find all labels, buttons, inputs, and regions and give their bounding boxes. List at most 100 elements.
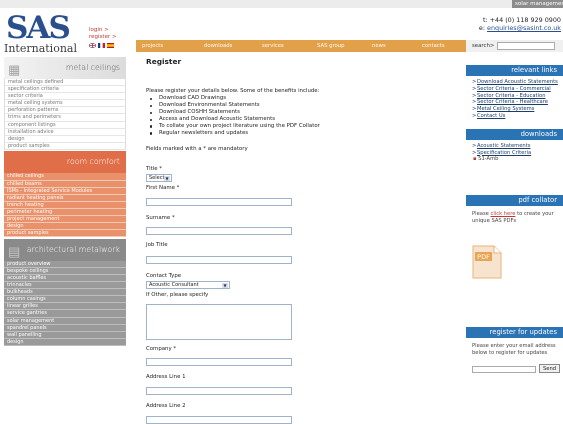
link-sector-education[interactable]: >Sector Criteria - Education [466,93,563,100]
metal-ceilings-item[interactable]: trims and perimeters [4,114,126,122]
login-link[interactable]: login > [89,27,117,34]
room-comfort-header[interactable]: room comfort [4,151,126,174]
architectural-metalwork-item[interactable]: trinnacles [4,282,126,290]
metal-ceilings-item[interactable]: specification criteria [4,86,126,94]
link-download-acoustic[interactable]: >Download Acoustic Statements [466,79,563,86]
room-comfort-item[interactable]: chilled beams [4,180,126,188]
benefit-item: Access and Download Acoustic Statements [146,116,461,123]
dropdown-arrow-icon: ▼ [164,175,170,182]
main-nav: projects downloads services SAS group ne… [136,40,466,52]
nav-news[interactable]: news [366,40,416,52]
other-textarea[interactable] [146,304,292,341]
address-line1-input[interactable] [146,387,292,396]
surname-input[interactable] [146,227,292,236]
link-specification-criteria[interactable]: >Specification Criteria [466,150,563,157]
architectural-metalwork-item[interactable]: product overview [4,260,126,268]
uk-flag-icon[interactable] [89,43,96,48]
metal-ceilings-item[interactable]: perforation patterns [4,107,126,115]
room-comfort-item[interactable]: chilled ceilings [4,173,126,181]
metal-ceilings-item[interactable]: installation advice [4,128,126,136]
email-link[interactable]: enquiries@sasint.co.uk [487,24,561,32]
search-bar: search> [466,40,563,52]
pdf-click-here-link[interactable]: click here [491,211,516,217]
top-strip [0,0,563,8]
register-link[interactable]: register > [89,34,117,41]
link-sector-commercial[interactable]: >Sector Criteria - Commercial [466,86,563,93]
auth-links: login > register > [89,27,117,41]
architectural-metalwork-item[interactable]: bulkheads [4,289,126,297]
nav-contacts[interactable]: contacts [416,40,466,52]
metal-ceilings-title: metal ceilings [65,63,120,72]
metal-ceilings-header[interactable]: ▦ metal ceilings [4,57,126,79]
downloads-list: >Acoustic Statements >Specification Crit… [466,143,563,164]
metal-ceilings-item[interactable]: design [4,135,126,143]
architectural-metalwork-item[interactable]: bespoke ceilings [4,267,126,275]
link-text: Sector Criteria - Commercial [477,85,551,92]
metal-ceilings-item[interactable]: product samples [4,142,126,150]
metal-ceilings-item[interactable]: sector criteria [4,93,126,101]
title-label: Title * [146,166,162,173]
link-metal-ceiling-systems[interactable]: >Metal Ceiling Systems [466,106,563,113]
architectural-metalwork-item[interactable]: linear grilles [4,303,126,311]
language-flags [89,43,114,48]
right-sidebar: relevant links >Download Acoustic Statem… [466,57,563,356]
france-flag-icon[interactable] [98,43,105,48]
architectural-metalwork-header[interactable]: ▤ architectural metalwork [4,238,126,261]
logo[interactable]: SAS International [4,10,84,56]
nav-projects[interactable]: projects [136,40,198,52]
architectural-metalwork-list: product overview bespoke ceilings acoustic… [4,260,126,346]
logo-international: International [4,42,77,55]
architectural-metalwork-item[interactable]: column casings [4,296,126,304]
pdf-document-icon[interactable]: PDF [472,245,502,279]
send-button[interactable]: Send [539,364,560,373]
architectural-metalwork-item[interactable]: wall panelling [4,331,126,339]
link-sector-healthcare[interactable]: >Sector Criteria - Healthcare [466,99,563,106]
logo-sas: SAS [6,10,71,46]
architectural-metalwork-title: architectural metalwork [26,244,120,254]
relevant-links-list: >Download Acoustic Statements >Sector Cr… [466,79,563,120]
room-comfort-item[interactable]: product samples [4,230,126,238]
architectural-metalwork-item[interactable]: design [4,338,126,346]
company-input[interactable] [146,358,292,367]
link-text: Sector Criteria - Education [477,92,546,99]
nav-services[interactable]: services [256,40,311,52]
left-sidebar: ▦ metal ceilings metal ceilings defined sp… [4,57,126,389]
room-comfort-item[interactable]: radiant heating panels [4,194,126,202]
room-comfort-item[interactable]: perimeter heating [4,208,126,216]
register-updates-header: register for updates [466,327,563,338]
first-name-input[interactable] [146,198,292,207]
page-title: Register [146,57,182,66]
room-comfort-item[interactable]: design [4,223,126,231]
nav-sas-group[interactable]: SAS group [311,40,366,52]
room-comfort-item[interactable]: ISMs - Integrated Service Modules [4,187,126,195]
pdf-collator-text: Please click here to create your unique … [466,211,563,225]
title-select[interactable]: Select ▼ [146,174,172,183]
job-title-input[interactable] [146,256,292,265]
architectural-metalwork-item[interactable]: spandrel panels [4,324,126,332]
link-acoustic-statements[interactable]: >Acoustic Statements [466,143,563,150]
architectural-metalwork-item[interactable]: service gantries [4,310,126,318]
search-input[interactable] [497,42,556,50]
spain-flag-icon[interactable] [107,43,114,48]
downloads-header: downloads [466,128,563,140]
contact-type-select[interactable]: Acoustic Consultant ▼ [146,281,230,290]
architectural-metalwork-item[interactable]: acoustic baffles [4,274,126,283]
architectural-metalwork-item[interactable]: solar management [4,317,126,325]
room-comfort-item[interactable]: project management [4,216,126,224]
top-tab[interactable]: solar management [512,0,563,8]
email-prefix: e: [478,24,485,32]
room-comfort-item[interactable]: trench heating [4,201,126,209]
nav-downloads[interactable]: downloads [198,40,256,52]
link-contact-us[interactable]: >Contact Us [466,113,563,120]
metal-ceilings-item[interactable]: metal ceiling systems [4,100,126,108]
benefits-list: Download CAD Drawings Download Environmen… [146,95,461,136]
address-line2-label: Address Line 2 [146,403,186,410]
metal-ceilings-item[interactable]: metal ceilings defined [4,79,126,87]
link-text: Metal Ceiling Systems [477,106,535,113]
address-line2-input[interactable] [146,416,292,424]
metal-ceilings-item[interactable]: component listings [4,121,126,129]
room-comfort-title: room comfort [66,157,120,167]
main-content: Register Please register your details be… [146,57,461,424]
download-file[interactable]: ▪ S1-Amb [466,156,563,163]
email-register-input[interactable] [472,366,536,373]
